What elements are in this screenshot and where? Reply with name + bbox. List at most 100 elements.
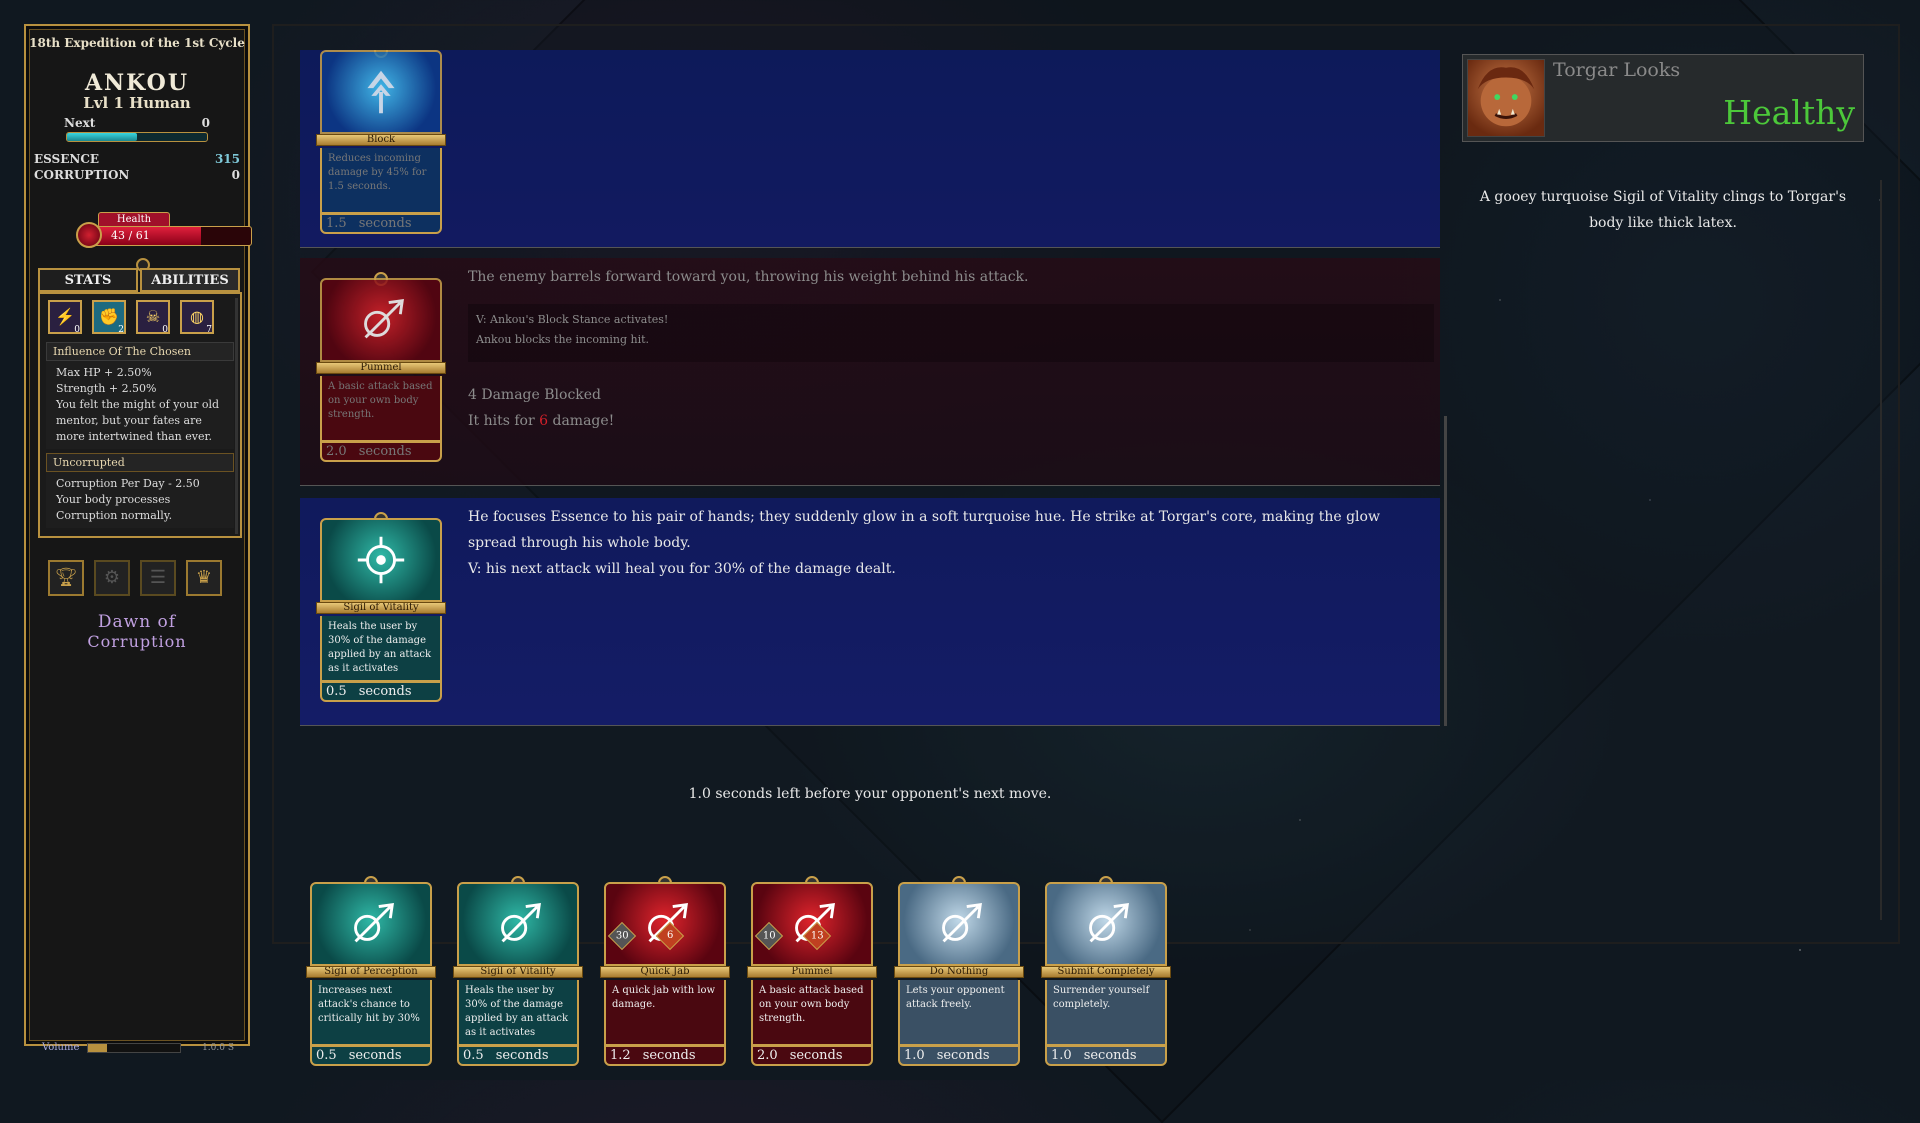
next-label: Next — [64, 116, 96, 130]
uncorrupted-title: Uncorrupted — [46, 453, 234, 472]
game-logo: Dawn of Corruption — [87, 612, 187, 651]
card-description: A basic attack based on your own body st… — [751, 980, 873, 1046]
tab-abilities[interactable]: ABILITIES — [140, 268, 240, 292]
ability-icon-row: ⚡ 0 ✊ 2 ☠ 0 ◍ 7 — [40, 294, 240, 338]
card-name: Pummel — [316, 362, 446, 374]
health-value: 43 / 61 — [111, 229, 150, 242]
essence-value: 315 — [214, 152, 240, 166]
trophy-icon[interactable]: 🏆︎ — [48, 560, 84, 596]
sigil-icon — [457, 882, 579, 966]
card-time: 0.5 seconds — [457, 1046, 579, 1066]
uncorrupted-body: Corruption Per Day - 2.50 Your body proc… — [46, 472, 234, 528]
tab-stats[interactable]: STATS — [38, 268, 138, 292]
hand-card-sigil-of-vitality[interactable]: Sigil of Vitality Heals the user by 30% … — [453, 876, 583, 1066]
hand-card-submit-completely[interactable]: Submit Completely Surrender yourself com… — [1041, 876, 1171, 1066]
hand-card-quick-jab[interactable]: 30 6 Quick Jab A quick jab with low dama… — [600, 876, 730, 1066]
abilities-scrollbar[interactable] — [235, 298, 238, 534]
damage-value: 6 — [539, 413, 549, 429]
log-entry: Pummel A basic attack based on your own … — [300, 258, 1440, 486]
sigil-icon — [310, 882, 432, 966]
volume-control: Volume 1.0.0 S — [42, 1042, 234, 1053]
hand-card-pummel[interactable]: 10 13 Pummel A basic attack based on you… — [747, 876, 877, 1066]
log-message: The enemy barrels forward toward you, th… — [468, 269, 1029, 285]
hand-card-sigil-of-perception[interactable]: Sigil of Perception Increases next attac… — [306, 876, 436, 1066]
combat-log[interactable]: Block Reduces incoming damage by 45% for… — [300, 50, 1440, 730]
log-message: He focuses Essence to his pair of hands;… — [468, 509, 1380, 551]
enemy-description: A gooey turquoise Sigil of Vitality clin… — [1479, 189, 1847, 231]
log-card-block: Block Reduces incoming damage by 45% for… — [316, 50, 446, 234]
log-sub-box: V: Ankou's Block Stance activates! Ankou… — [468, 304, 1434, 362]
right-scrollbar[interactable] — [1880, 180, 1882, 920]
health-bar: 43 / 61 — [80, 226, 252, 246]
card-name: Sigil of Perception — [306, 966, 436, 978]
next-level-row: Next 0 — [64, 116, 210, 130]
log-entry: Sigil of Vitality Heals the user by 30% … — [300, 498, 1440, 726]
character-panel: 18th Expedition of the 1st Cycle ANKOU L… — [24, 24, 252, 1053]
card-description: Heals the user by 30% of the damage appl… — [320, 616, 442, 682]
enemy-label: Torgar Looks — [1553, 59, 1681, 81]
essence-row: ESSENCE 315 — [34, 152, 240, 166]
hand-card-do-nothing[interactable]: Do Nothing Lets your opponent attack fre… — [894, 876, 1024, 1066]
list-icon[interactable]: ☰ — [140, 560, 176, 596]
log-sub-line: Ankou blocks the incoming hit. — [476, 333, 650, 346]
log-entry: Block Reduces incoming damage by 45% for… — [300, 50, 1440, 248]
card-name: Sigil of Vitality — [316, 602, 446, 614]
card-time: 2.0 seconds — [751, 1046, 873, 1066]
card-name: Block — [316, 134, 446, 146]
log-card-sigil-of-vitality: Sigil of Vitality Heals the user by 30% … — [316, 512, 446, 702]
next-value: 0 — [201, 116, 210, 130]
card-name: Do Nothing — [894, 966, 1024, 978]
corruption-value: 0 — [231, 168, 240, 182]
card-description: Lets your opponent attack freely. — [898, 980, 1020, 1046]
sigil-icon — [320, 518, 442, 602]
character-level: Lvl 1 Human — [83, 94, 191, 112]
card-name: Submit Completely — [1041, 966, 1171, 978]
card-time: 1.5 seconds — [320, 214, 442, 234]
fist-icon — [898, 882, 1020, 966]
corruption-label: CORRUPTION — [34, 168, 130, 182]
skull-icon[interactable]: ☠ 0 — [136, 300, 170, 335]
corruption-row: CORRUPTION 0 — [34, 168, 240, 182]
planet-icon[interactable]: ◍ 7 — [180, 300, 214, 335]
health-orb-icon — [76, 222, 102, 248]
enemy-portrait — [1467, 59, 1545, 137]
abilities-list[interactable]: ⚡ 0 ✊ 2 ☠ 0 ◍ 7 Influence Of The Chosen Max … — [38, 292, 242, 538]
card-time: 1.0 seconds — [1045, 1046, 1167, 1066]
gears-icon[interactable]: ⚙ — [94, 560, 130, 596]
card-description: Reduces incoming damage by 45% for 1.5 s… — [320, 148, 442, 214]
log-message: V: his next attack will heal you for 30%… — [468, 561, 896, 577]
card-description: Increases next attack's chance to critic… — [310, 980, 432, 1046]
muscle-icon[interactable]: ✊ 2 — [92, 300, 126, 335]
essence-label: ESSENCE — [34, 152, 100, 166]
volume-label: Volume — [42, 1042, 80, 1053]
card-time: 0.5 seconds — [310, 1046, 432, 1066]
card-description: Surrender yourself completely. — [1045, 980, 1167, 1046]
card-time: 1.0 seconds — [898, 1046, 1020, 1066]
log-card-pummel: Pummel A basic attack based on your own … — [316, 272, 446, 462]
block-icon — [320, 50, 442, 134]
turn-timer-text: 1.0 seconds left before your opponent's … — [688, 786, 1052, 802]
volume-slider-fill — [88, 1043, 107, 1052]
influence-title: Influence Of The Chosen — [46, 342, 234, 361]
expedition-title: 18th Expedition of the 1st Cycle — [29, 36, 245, 50]
enemy-status-panel: Torgar Looks Healthy — [1462, 54, 1864, 142]
log-sub-line: V: Ankou's Block Stance activates! — [476, 313, 669, 326]
xp-bar-fill — [67, 133, 137, 141]
enemy-status: Healthy — [1723, 93, 1855, 132]
damage-line: It hits for 6 damage! — [468, 413, 615, 429]
card-description: A basic attack based on your own body st… — [320, 376, 442, 442]
combat-log-scrollbar[interactable] — [1444, 416, 1447, 726]
influence-body: Max HP + 2.50% Strength + 2.50% You felt… — [46, 361, 234, 449]
card-name: Pummel — [747, 966, 877, 978]
crown-icon[interactable]: ♛ — [186, 560, 222, 596]
pummel-icon — [320, 278, 442, 362]
damage-blocked: 4 Damage Blocked — [468, 387, 602, 403]
card-time: 1.2 seconds — [604, 1046, 726, 1066]
version-label: 1.0.0 S — [202, 1042, 234, 1053]
lightning-icon[interactable]: ⚡ 0 — [48, 300, 82, 335]
card-description: A quick jab with low damage. — [604, 980, 726, 1046]
card-name: Quick Jab — [600, 966, 730, 978]
volume-slider[interactable] — [87, 1042, 182, 1053]
fist-icon — [1045, 882, 1167, 966]
card-time: 2.0 seconds — [320, 442, 442, 462]
